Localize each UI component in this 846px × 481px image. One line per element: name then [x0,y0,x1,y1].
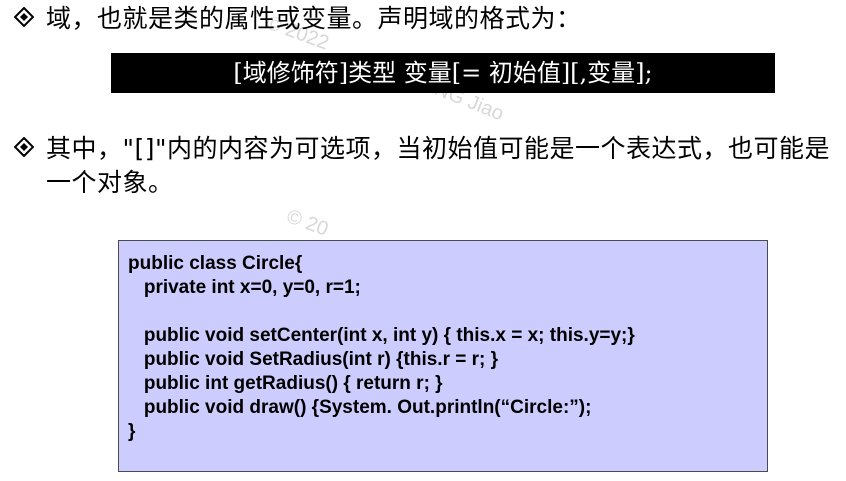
code-line: public void setCenter(int x, int y) { th… [128,325,635,346]
bullet-text: 其中，"[]"内的内容为可选项，当初始值可能是一个表达式，也可能是一个对象。 [46,134,831,197]
code-line: public void draw() {System. Out.println(… [128,397,592,418]
code-line: private int x=0, y=0, r=1; [128,277,361,298]
syntax-box: [域修饰符]类型 变量[= 初始值][,变量]; [111,53,775,93]
diamond-bullet-icon [14,137,34,157]
code-line: public void SetRadius(int r) {this.r = r… [128,349,499,370]
code-line: public class Circle{ [128,253,303,274]
diamond-bullet-icon [14,7,34,27]
bullet-item-field-definition: 域，也就是类的属性或变量。声明域的格式为： [14,2,582,36]
watermark: © 20 [283,205,332,241]
code-line: } [128,421,136,442]
bullet-item-optional-note: 其中，"[]"内的内容为可选项，当初始值可能是一个表达式，也可能是一个对象。 [14,132,839,200]
code-line: public int getRadius() { return r; } [128,373,443,394]
code-block: public class Circle{ private int x=0, y=… [118,240,768,472]
bullet-text: 域，也就是类的属性或变量。声明域的格式为： [46,4,582,33]
